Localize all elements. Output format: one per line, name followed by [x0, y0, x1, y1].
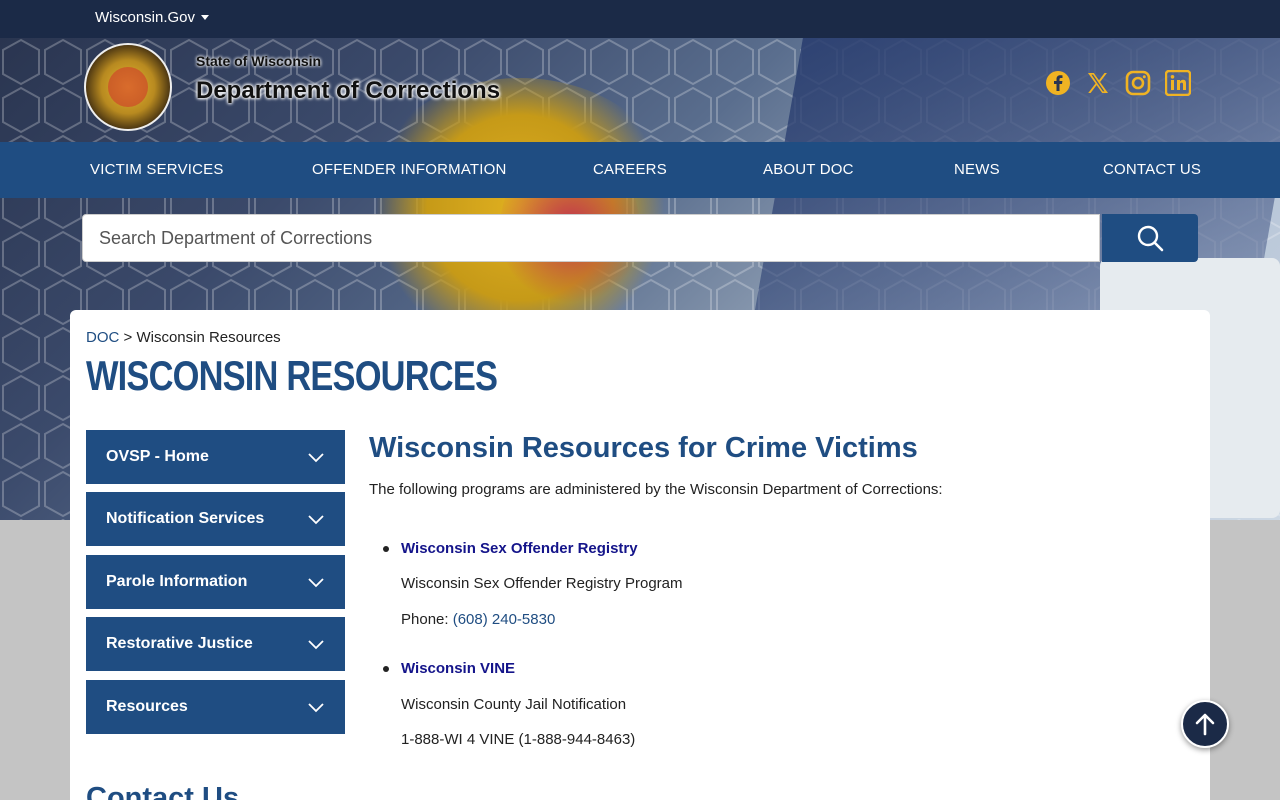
search-button[interactable] — [1102, 214, 1198, 262]
search-input[interactable] — [82, 214, 1100, 262]
sidebar-item-parole-information[interactable]: Parole Information — [86, 555, 345, 609]
department-name[interactable]: Department of Corrections — [196, 77, 500, 105]
nav-news[interactable]: NEWS — [954, 161, 1000, 178]
sidebar-item-label: Parole Information — [106, 573, 248, 590]
chevron-down-icon — [308, 578, 324, 588]
wisconsin-gov-dropdown[interactable]: Wisconsin.Gov — [95, 9, 210, 26]
sex-offender-registry-link[interactable]: Wisconsin Sex Offender Registry — [401, 540, 638, 557]
program-phone-line: Phone: (608) 240-5830 — [401, 611, 555, 628]
breadcrumb: DOC > Wisconsin Resources — [86, 329, 281, 346]
chevron-down-icon — [308, 453, 324, 463]
contact-us-heading: Contact Us — [86, 782, 240, 800]
facebook-icon[interactable] — [1044, 69, 1072, 97]
x-icon[interactable] — [1084, 69, 1112, 97]
state-seal-logo[interactable] — [84, 43, 172, 131]
instagram-icon[interactable] — [1124, 69, 1152, 97]
program-description: Wisconsin Sex Offender Registry Program — [401, 575, 683, 592]
wisconsin-gov-label: Wisconsin.Gov — [95, 9, 196, 26]
nav-victim-services[interactable]: VICTIM SERVICES — [90, 161, 224, 178]
search-icon — [1137, 225, 1164, 252]
program-phone-text: 1-888-WI 4 VINE (1-888-944-8463) — [401, 731, 636, 748]
top-bar: Wisconsin.Gov — [0, 0, 1280, 38]
sidebar-item-label: OVSP - Home — [106, 448, 209, 465]
program-description: Wisconsin County Jail Notification — [401, 696, 627, 713]
linkedin-icon[interactable] — [1164, 69, 1192, 97]
caret-down-icon — [201, 15, 210, 20]
nav-careers[interactable]: CAREERS — [593, 161, 667, 178]
list-bullet — [383, 666, 389, 672]
sidebar-item-restorative-justice[interactable]: Restorative Justice — [86, 617, 345, 671]
phone-label: Phone: — [401, 611, 449, 628]
wisconsin-vine-link[interactable]: Wisconsin VINE — [401, 660, 515, 677]
sidebar-item-label: Notification Services — [106, 510, 265, 527]
sidebar-item-ovsp-home[interactable]: OVSP - Home — [86, 430, 345, 484]
breadcrumb-separator: > — [123, 329, 133, 346]
chevron-down-icon — [308, 515, 324, 525]
list-bullet — [383, 546, 389, 552]
back-to-top-button[interactable] — [1181, 700, 1229, 748]
chevron-down-icon — [308, 640, 324, 650]
page-title: WISCONSIN RESOURCES — [86, 352, 498, 399]
intro-text: The following programs are administered … — [369, 481, 943, 498]
content-heading: Wisconsin Resources for Crime Victims — [369, 432, 918, 464]
seal-center — [108, 67, 148, 107]
sidebar-item-notification-services[interactable]: Notification Services — [86, 492, 345, 546]
state-name: State of Wisconsin — [196, 53, 322, 69]
sidebar-item-label: Restorative Justice — [106, 635, 253, 652]
nav-about-doc[interactable]: ABOUT DOC — [763, 161, 854, 178]
sidebar-item-label: Resources — [106, 698, 188, 715]
breadcrumb-current: Wisconsin Resources — [136, 329, 281, 346]
main-navigation: VICTIM SERVICES OFFENDER INFORMATION CAR… — [0, 142, 1280, 198]
chevron-down-icon — [308, 703, 324, 713]
nav-contact-us[interactable]: CONTACT US — [1103, 161, 1201, 178]
breadcrumb-doc-link[interactable]: DOC — [86, 329, 119, 346]
arrow-up-icon — [1195, 713, 1215, 736]
phone-link[interactable]: (608) 240-5830 — [453, 611, 556, 628]
sidebar-item-resources[interactable]: Resources — [86, 680, 345, 734]
nav-offender-information[interactable]: OFFENDER INFORMATION — [312, 161, 507, 178]
